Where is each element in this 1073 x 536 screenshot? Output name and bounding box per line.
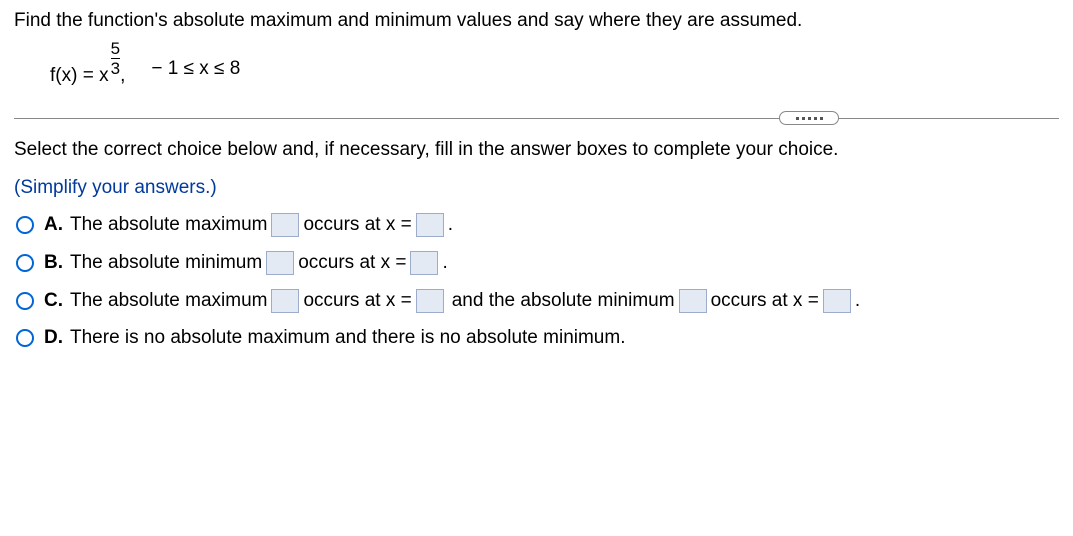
domain-interval: − 1 ≤ x ≤ 8 xyxy=(151,58,240,80)
instruction-text: Select the correct choice below and, if … xyxy=(14,139,1059,161)
simplify-hint: (Simplify your answers.) xyxy=(14,177,1059,199)
choice-a-letter: A. xyxy=(44,214,70,236)
choice-a-text1: The absolute maximum xyxy=(70,214,267,236)
comma: , xyxy=(120,65,125,87)
expand-handle[interactable] xyxy=(779,111,839,125)
choice-a: A. The absolute maximum occurs at x = . xyxy=(16,213,1059,237)
radio-c[interactable] xyxy=(16,292,34,310)
choice-b-text1: The absolute minimum xyxy=(70,252,262,274)
choice-c-period: . xyxy=(855,290,860,312)
choice-a-input1[interactable] xyxy=(271,213,299,237)
choice-c-input3[interactable] xyxy=(679,289,707,313)
choice-c-text3: and the absolute minimum xyxy=(452,290,675,312)
choice-b-input2[interactable] xyxy=(410,251,438,275)
radio-b[interactable] xyxy=(16,254,34,272)
choice-b-input1[interactable] xyxy=(266,251,294,275)
choice-b-period: . xyxy=(442,252,447,274)
radio-a[interactable] xyxy=(16,216,34,234)
radio-d[interactable] xyxy=(16,329,34,347)
exponent-numerator: 5 xyxy=(111,40,120,58)
exponent-fraction: 5 3 xyxy=(111,40,120,77)
choice-c: C. The absolute maximum occurs at x = an… xyxy=(16,289,1059,313)
choice-d-text: There is no absolute maximum and there i… xyxy=(70,327,625,349)
choice-c-input4[interactable] xyxy=(823,289,851,313)
choice-d: D. There is no absolute maximum and ther… xyxy=(16,327,1059,349)
section-divider xyxy=(14,111,1059,125)
choice-c-input2[interactable] xyxy=(416,289,444,313)
choice-c-text2: occurs at x = xyxy=(303,290,411,312)
exponent-denominator: 3 xyxy=(111,58,120,77)
question-prompt: Find the function's absolute maximum and… xyxy=(14,10,1059,32)
choice-c-text1: The absolute maximum xyxy=(70,290,267,312)
divider-line xyxy=(14,118,1059,119)
choice-a-text2: occurs at x = xyxy=(303,214,411,236)
choice-b-text2: occurs at x = xyxy=(298,252,406,274)
choice-d-letter: D. xyxy=(44,327,70,349)
choice-c-text4: occurs at x = xyxy=(711,290,819,312)
function-definition: f(x) = x 5 3 , − 1 ≤ x ≤ 8 xyxy=(50,50,1059,87)
choice-c-input1[interactable] xyxy=(271,289,299,313)
choice-b: B. The absolute minimum occurs at x = . xyxy=(16,251,1059,275)
choice-a-input2[interactable] xyxy=(416,213,444,237)
fx-prefix: f(x) = x xyxy=(50,65,109,87)
choice-a-period: . xyxy=(448,214,453,236)
choice-c-letter: C. xyxy=(44,290,70,312)
choice-b-letter: B. xyxy=(44,252,70,274)
choice-list: A. The absolute maximum occurs at x = . … xyxy=(16,213,1059,349)
